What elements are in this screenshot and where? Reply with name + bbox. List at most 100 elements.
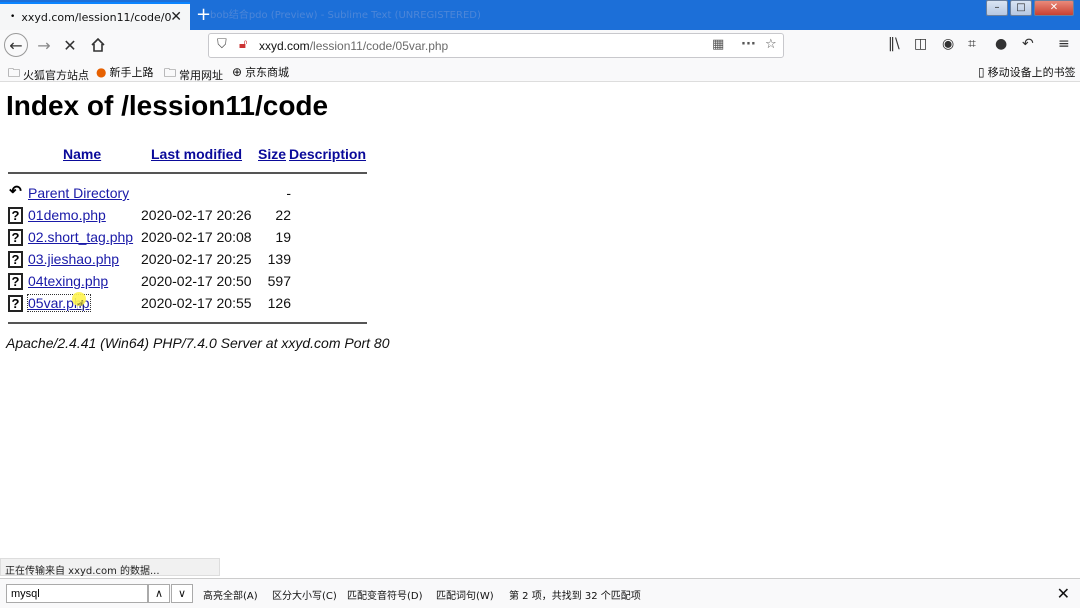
screenshot-icon[interactable]: ⌗: [968, 36, 976, 52]
unknown-file-icon: ?: [8, 229, 23, 246]
chat-icon[interactable]: ●: [995, 36, 1007, 52]
unknown-file-icon: ?: [8, 251, 23, 268]
insecure-lock-icon[interactable]: 🔓︎: [239, 37, 247, 52]
list-item: ? 04texing.php 2020-02-17 20:50 597: [8, 272, 328, 292]
account-icon[interactable]: ◉: [942, 36, 954, 52]
url-text[interactable]: xxyd.com/lession11/code/05var.php: [259, 39, 448, 53]
menu-icon[interactable]: ≡: [1058, 36, 1070, 52]
mobile-icon: ▯: [978, 65, 985, 79]
file-size: 126: [267, 295, 291, 311]
bookmark-star-icon[interactable]: ☆: [765, 37, 777, 52]
bookmark-item[interactable]: ⊕ 京东商城: [232, 64, 289, 80]
file-modified: 2020-02-17 20:25: [141, 251, 252, 267]
sidebar-icon[interactable]: ◫: [914, 36, 927, 52]
list-item: ? 03.jieshao.php 2020-02-17 20:25 139: [8, 250, 328, 270]
bookmark-label: 常用网址: [179, 68, 224, 82]
file-link[interactable]: 01demo.php: [28, 207, 106, 223]
stop-icon: ✕: [63, 35, 77, 55]
divider: [8, 172, 367, 174]
back-button[interactable]: ←: [4, 33, 28, 57]
folder-icon: 🗀: [8, 66, 21, 80]
close-tab-icon[interactable]: ✕: [170, 9, 182, 25]
firefox-icon: ●: [96, 65, 107, 79]
folder-icon: 🗀: [164, 66, 177, 80]
shield-icon[interactable]: ⛉: [217, 37, 227, 52]
mouse-pointer-icon: ☝: [76, 298, 85, 314]
page-title: Index of /lession11/code: [6, 90, 329, 121]
active-tab[interactable]: • xxyd.com/lession11/code/0! ✕: [0, 2, 190, 30]
list-item: ↶ Parent Directory -: [8, 184, 328, 204]
file-size: 597: [267, 273, 291, 289]
forward-arrow-icon: →: [37, 35, 51, 55]
unknown-file-icon: ?: [8, 273, 23, 290]
undo-icon[interactable]: ↶: [1022, 36, 1034, 52]
list-item: ? 05var.php 2020-02-17 20:55 126: [8, 294, 328, 314]
column-header-description[interactable]: Description: [289, 146, 366, 162]
file-size: -: [286, 185, 291, 201]
window-controls: – □ ✕: [986, 0, 1074, 16]
back-arrow-icon: ←: [9, 35, 23, 55]
find-bar: ∧ ∨ 高亮全部(A) 区分大小写(C) 匹配变音符号(D) 匹配词句(W) 第…: [0, 578, 1080, 608]
file-modified: 2020-02-17 20:55: [141, 295, 252, 311]
highlight-all-toggle[interactable]: 高亮全部(A): [203, 587, 258, 602]
find-input[interactable]: [6, 584, 148, 603]
qr-code-icon[interactable]: ▦: [712, 37, 724, 52]
server-signature: Apache/2.4.41 (Win64) PHP/7.4.0 Server a…: [6, 335, 390, 351]
minimize-button[interactable]: –: [986, 0, 1008, 16]
page-actions-icon[interactable]: ···: [741, 37, 756, 52]
divider: [8, 322, 367, 324]
unknown-file-icon: ?: [8, 207, 23, 224]
library-icon[interactable]: ‖\: [888, 36, 900, 52]
file-modified: 2020-02-17 20:26: [141, 207, 252, 223]
bookmark-label: 新手上路: [109, 66, 154, 79]
mobile-bookmarks[interactable]: ▯ 移动设备上的书签: [978, 64, 1076, 80]
chevron-up-icon: ∧: [154, 587, 164, 600]
navigation-toolbar: ← → ✕ ⛉ 🔓︎ xxyd.com/lession11/code/05var…: [0, 30, 1080, 60]
column-header-modified[interactable]: Last modified: [151, 146, 242, 162]
address-bar[interactable]: ⛉ 🔓︎ xxyd.com/lession11/code/05var.php ▦…: [208, 33, 784, 58]
forward-button[interactable]: →: [32, 33, 56, 57]
file-link[interactable]: 03.jieshao.php: [28, 251, 119, 267]
file-link[interactable]: Parent Directory: [28, 185, 129, 201]
page-icon: •: [10, 12, 16, 22]
mobile-bookmarks-label: 移动设备上的书签: [987, 66, 1076, 79]
find-previous-button[interactable]: ∧: [148, 584, 170, 603]
file-size: 22: [275, 207, 291, 223]
unknown-file-icon: ?: [8, 295, 23, 312]
new-tab-button[interactable]: +: [196, 4, 211, 25]
file-link[interactable]: 02.short_tag.php: [28, 229, 133, 245]
status-bar: 正在传输来自 xxyd.com 的数据...: [0, 558, 220, 577]
column-header-size[interactable]: Size: [258, 146, 286, 162]
bookmark-label: 火狐官方站点: [23, 68, 90, 82]
globe-icon: ⊕: [232, 65, 243, 79]
close-window-button[interactable]: ✕: [1034, 0, 1074, 16]
bookmark-item[interactable]: 🗀 火狐官方站点: [8, 64, 89, 85]
bookmark-item[interactable]: 🗀 常用网址: [164, 64, 223, 85]
close-find-bar-button[interactable]: ✕: [1057, 584, 1070, 603]
file-link[interactable]: 04texing.php: [28, 273, 108, 289]
home-button[interactable]: [86, 33, 110, 57]
file-modified: 2020-02-17 20:08: [141, 229, 252, 245]
stop-button[interactable]: ✕: [58, 33, 82, 57]
match-diacritics-toggle[interactable]: 匹配变音符号(D): [347, 587, 423, 602]
back-folder-icon: ↶: [8, 183, 23, 202]
whole-words-toggle[interactable]: 匹配词句(W): [436, 587, 494, 602]
background-window-title: bob结合pdo (Preview) - Sublime Text (UNREG…: [210, 10, 481, 21]
bookmarks-toolbar: 🗀 火狐官方站点 ● 新手上路 🗀 常用网址 ⊕ 京东商城 ▯ 移动设备上的书签: [0, 60, 1080, 82]
tab-title: xxyd.com/lession11/code/0!: [21, 10, 172, 24]
file-size: 19: [275, 229, 291, 245]
match-case-toggle[interactable]: 区分大小写(C): [272, 587, 337, 602]
column-header-name[interactable]: Name: [63, 146, 101, 162]
find-next-button[interactable]: ∨: [171, 584, 193, 603]
file-modified: 2020-02-17 20:50: [141, 273, 252, 289]
list-item: ? 02.short_tag.php 2020-02-17 20:08 19: [8, 228, 328, 248]
list-item: ? 01demo.php 2020-02-17 20:26 22: [8, 206, 328, 226]
window-titlebar: • xxyd.com/lession11/code/0! ✕ + bob结合pd…: [0, 0, 1080, 30]
file-size: 139: [267, 251, 291, 267]
find-result-count: 第 2 项，共找到 32 个匹配项: [509, 591, 641, 602]
bookmark-label: 京东商城: [245, 66, 290, 79]
home-icon: [91, 38, 105, 52]
bookmark-item[interactable]: ● 新手上路: [96, 64, 153, 80]
chevron-down-icon: ∨: [177, 587, 187, 600]
maximize-button[interactable]: □: [1010, 0, 1032, 16]
